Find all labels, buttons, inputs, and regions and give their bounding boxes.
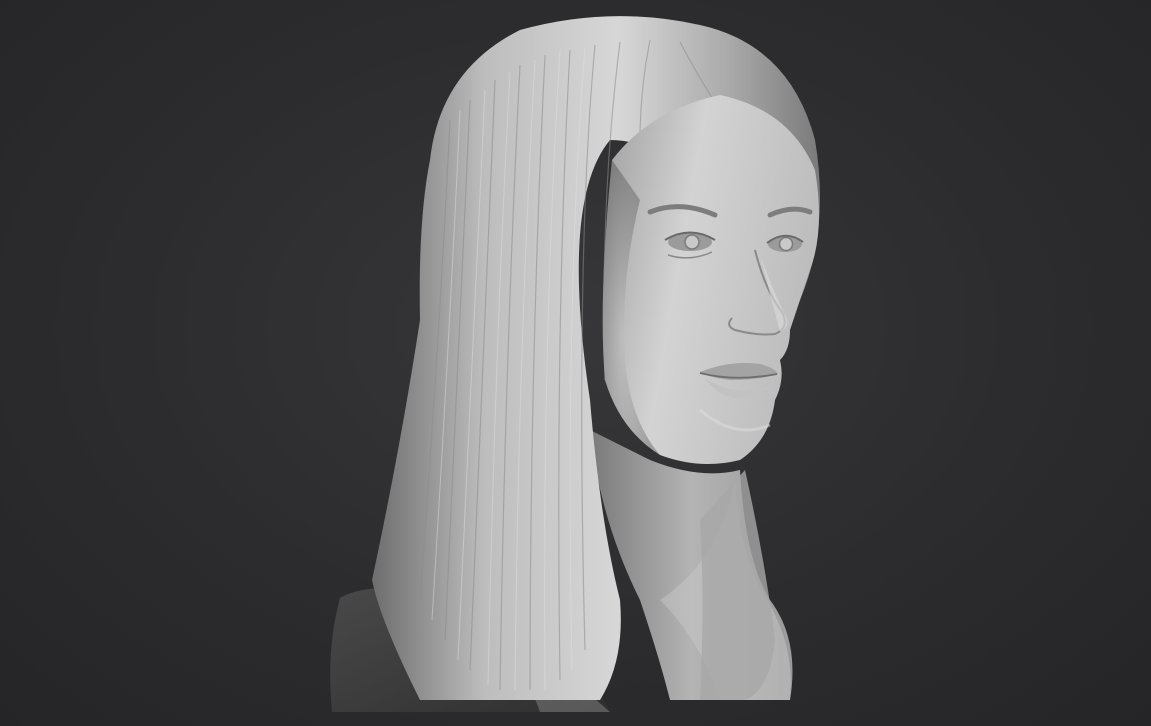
render-viewport [0,0,1151,726]
bust-render [330,16,820,712]
bust-face [602,95,819,464]
